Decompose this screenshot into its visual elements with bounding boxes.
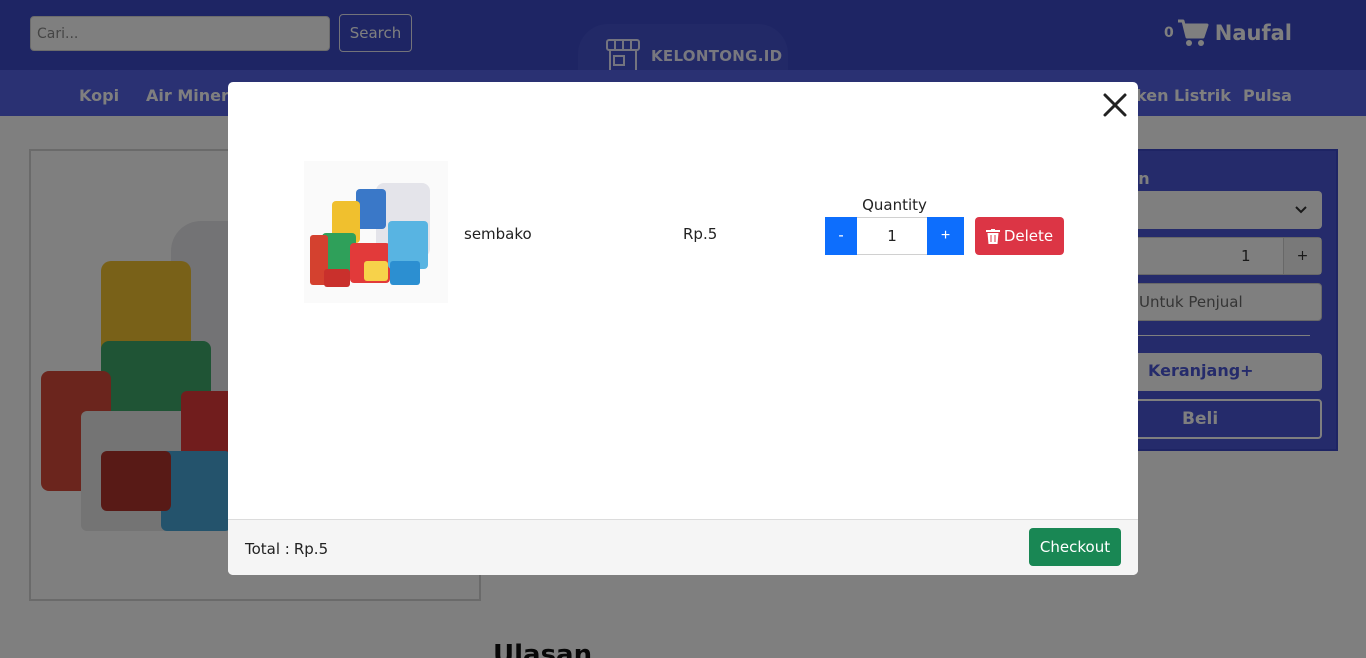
modal-footer: Total : Rp.5 Checkout bbox=[228, 519, 1138, 575]
total-label: Total : bbox=[245, 540, 290, 558]
close-icon bbox=[1103, 93, 1127, 117]
close-button[interactable] bbox=[1100, 90, 1130, 120]
cart-modal: sembako Rp.5 Quantity - + Delete Total :… bbox=[228, 82, 1138, 575]
checkout-button[interactable]: Checkout bbox=[1029, 528, 1121, 566]
delete-button-label: Delete bbox=[1003, 227, 1054, 245]
trash-icon bbox=[985, 228, 1000, 244]
cart-item-image bbox=[304, 161, 448, 303]
total-value: Rp.5 bbox=[293, 540, 329, 558]
delete-button[interactable]: Delete bbox=[975, 217, 1064, 255]
quantity-input[interactable] bbox=[857, 217, 927, 255]
cart-item-price: Rp.5 bbox=[683, 225, 718, 243]
quantity-decrease-button[interactable]: - bbox=[825, 217, 857, 255]
quantity-increase-button[interactable]: + bbox=[927, 217, 964, 255]
cart-item-name: sembako bbox=[464, 225, 532, 243]
cart-total: Total : Rp.5 bbox=[245, 540, 328, 558]
quantity-label: Quantity bbox=[862, 196, 927, 214]
